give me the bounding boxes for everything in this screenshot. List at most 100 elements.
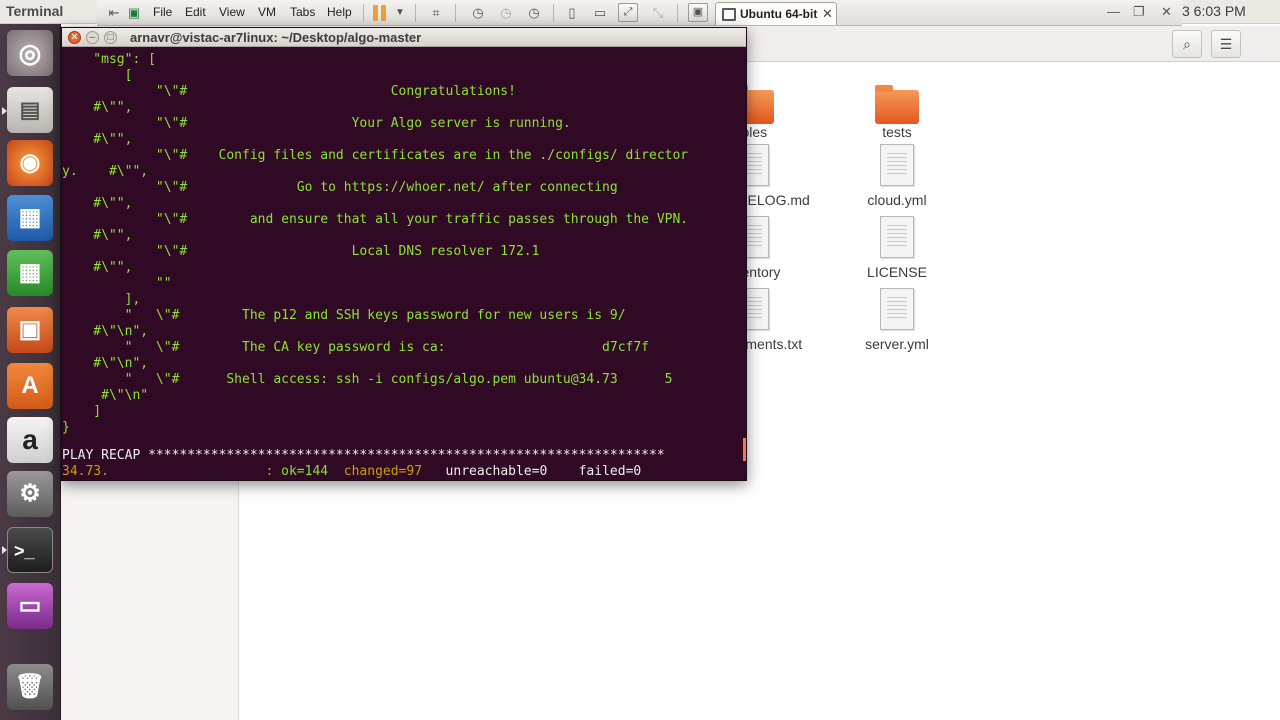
toolbar-separator [553,4,554,22]
terminal-line: [ [62,68,133,83]
launcher-workspace-switcher[interactable]: ▭ [7,583,53,629]
vmware-toolbar: ⇤ ▣ File Edit View VM Tabs Help ▼ ⌗ ◷ ◷ … [97,0,1182,26]
dash-home-button[interactable]: ◎ [7,30,53,76]
menu-button[interactable]: ☰ [1211,30,1241,58]
running-indicator [2,107,7,115]
terminal-line: "\"# Your Algo server is running. [62,116,571,131]
maximize-button[interactable]: ❐ [1133,4,1145,20]
tab-close-icon[interactable]: ✕ [822,6,833,22]
workspace-icon: ▭ [18,592,42,619]
fit-guest-icon: ⤢ [623,6,633,18]
recap-host: 34.73. [62,464,109,479]
snapshot-manager-icon[interactable]: ◷ [525,4,543,22]
file-item-license[interactable]: LICENSE [842,216,952,286]
terminal-scrollbar[interactable] [743,438,746,461]
revert-snapshot-icon[interactable]: ◷ [497,4,515,22]
terminal-maximize-button[interactable]: □ [104,31,117,44]
launcher-impress[interactable]: ▣ [7,307,53,353]
launcher-amazon[interactable]: a [7,417,53,463]
chevron-down-icon[interactable]: ▼ [391,4,409,22]
minimize-button[interactable]: — [1107,4,1120,19]
clock[interactable]: 3 6:03 PM [1182,3,1246,19]
launcher-firefox[interactable]: ◉ [7,140,53,186]
terminal-line: #\"\n" [62,388,149,403]
terminal-line: y. #\"", [62,164,149,179]
terminal-line: "\"# Config files and certificates are i… [62,148,689,163]
menu-file[interactable]: File [153,5,172,19]
library-toggle-button[interactable]: ▣ [688,3,708,22]
terminal-output[interactable]: } ] #\"\n" " \"# Shell access: ssh -i co… [62,47,746,480]
tab-label: Ubuntu 64-bit [740,7,818,21]
menu-edit[interactable]: Edit [185,5,206,19]
terminal-line: ], [62,292,141,307]
maximize-icon: □ [107,32,114,43]
snapshot-icon[interactable]: ◷ [469,4,487,22]
toolbar-separator [455,4,456,22]
running-indicator [2,546,7,554]
trash-icon: 🗑 [14,673,46,700]
file-label: cloud.yml [867,192,927,208]
ubuntu-logo-icon: ◎ [18,38,42,68]
play-recap-header: PLAY RECAP *****************************… [62,448,665,463]
software-center-icon: A [21,372,39,399]
pause-button[interactable] [373,5,387,21]
terminal-window[interactable]: ✕ – □ arnavr@vistac-ar7linux: ~/Desktop/… [61,27,747,481]
terminal-line: #\"\n", [62,324,149,339]
launcher-software-center[interactable]: A [7,363,53,409]
launcher-writer[interactable]: ▦ [7,195,53,241]
menu-tabs[interactable]: Tabs [290,5,315,19]
sidebar-toggle-icon[interactable]: ▯ [563,4,581,22]
tab-ubuntu-64-bit[interactable]: Ubuntu 64-bit ✕ [715,2,837,25]
launcher-trash[interactable]: 🗑 [7,664,53,710]
menu-help[interactable]: Help [327,5,352,19]
console-view-icon[interactable]: ▭ [591,4,609,22]
launcher-system-settings[interactable]: ⚙ [7,471,53,517]
presentation-icon: ▣ [18,316,42,343]
firefox-icon: ◉ [19,149,41,176]
menu-vm[interactable]: VM [258,5,276,19]
terminal-line: ] [62,404,102,419]
recap-unreachable: unreachable=0 [445,464,548,479]
terminal-close-button[interactable]: ✕ [68,31,81,44]
menu-icon: ☰ [1219,36,1233,52]
text-file-icon [880,144,914,186]
terminal-minimize-button[interactable]: – [86,31,99,44]
terminal-line: " \"# The CA key password is ca: d7cf7f [62,340,649,355]
close-button[interactable]: ✕ [1161,4,1172,20]
unity-mode-icon[interactable]: ⇤ [105,4,123,22]
file-item-server[interactable]: server.yml [842,288,952,358]
terminal-titlebar[interactable]: ✕ – □ arnavr@vistac-ar7linux: ~/Desktop/… [62,28,746,47]
terminal-line: "msg": [ [62,52,156,67]
library-icon: ▣ [692,6,704,18]
file-label: LICENSE [867,264,927,280]
vm-monitor-icon [722,8,736,21]
menu-view[interactable]: View [219,5,245,19]
fit-guest-button[interactable]: ⤢ [618,3,638,22]
terminal-line: "\"# Local DNS resolver 172.1 [62,244,540,259]
launcher-files[interactable]: ▤ [7,87,53,133]
file-label: server.yml [865,336,929,352]
terminal-line: "\"# Go to https://whoer.net/ after conn… [62,180,618,195]
terminal-line: "\"# and ensure that all your traffic pa… [62,212,689,227]
terminal-line: "" [62,276,172,291]
toolbar-separator [415,4,416,22]
launcher-calc[interactable]: ▦ [7,250,53,296]
launcher-terminal[interactable]: >_ [7,527,53,573]
fullscreen-icon[interactable]: ⤡ [649,4,667,22]
terminal-icon: >_ [14,541,35,561]
file-item-tests[interactable]: tests [842,76,952,146]
search-icon: ⌕ [1183,36,1191,52]
terminal-line: #\"", [62,196,133,211]
send-ctrl-alt-del-icon[interactable]: ⌗ [427,4,445,22]
file-item-cloud[interactable]: cloud.yml [842,144,952,214]
text-file-icon [880,216,914,258]
recap-failed: failed=0 [578,464,642,479]
folder-icon [875,85,919,124]
terminal-line: #\"", [62,228,133,243]
recap-ok: ok=144 [281,464,329,479]
spreadsheet-icon: ▦ [18,259,42,286]
terminal-line: " \"# Shell access: ssh -i configs/algo.… [62,372,673,387]
search-button[interactable]: ⌕ [1172,30,1202,58]
terminal-line: "\"# Congratulations! [62,84,516,99]
unity-launcher: ◎ ▤ ◉ ▦ ▦ ▣ A a ⚙ >_ ▭ 🗑 [0,24,61,720]
